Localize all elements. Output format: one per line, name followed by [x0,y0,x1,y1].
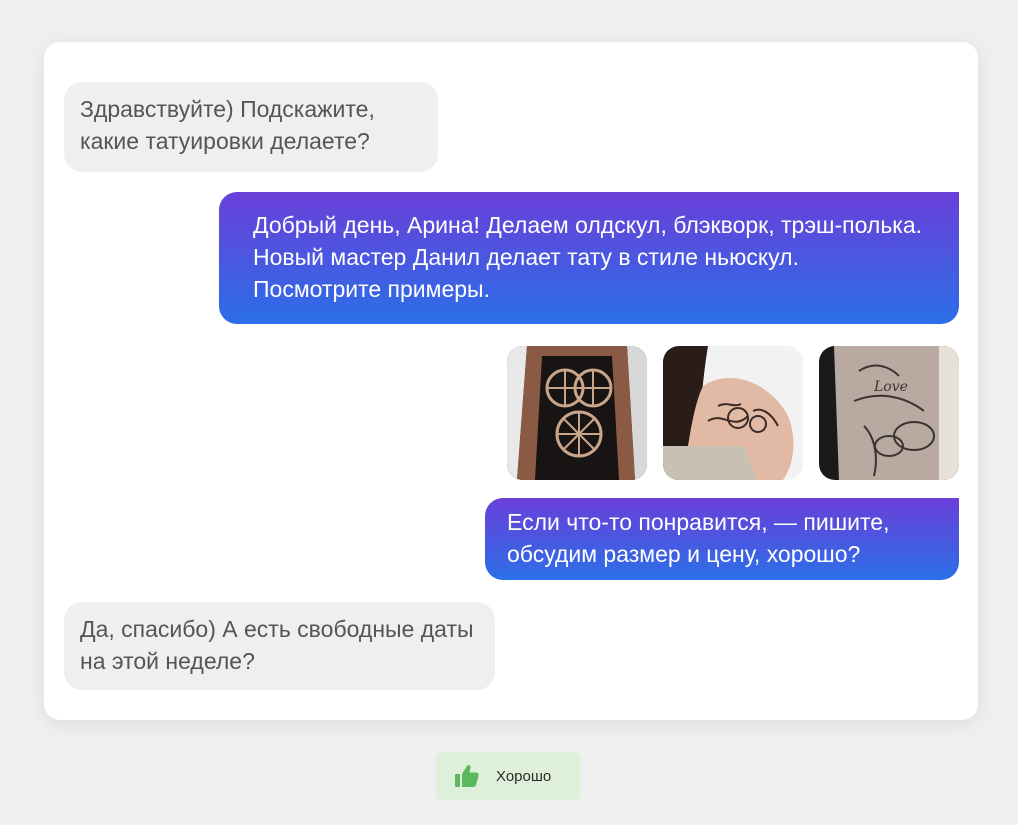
message-client-1: Здравствуйте) Подскажите, какие татуиров… [64,82,438,172]
message-client-2: Да, спасибо) А есть свободные даты на эт… [64,602,495,690]
message-text: Здравствуйте) Подскажите, какие татуиров… [80,96,375,154]
svg-text:Love: Love [873,379,908,395]
message-text: Добрый день, Арина! Делаем олдскул, блэк… [253,212,923,302]
message-studio-2: Если что-то понравится, — пишите, обсуди… [485,498,959,580]
tattoo-photo-sleeve[interactable]: Love [819,346,959,480]
chat-window: Здравствуйте) Подскажите, какие татуиров… [44,42,978,720]
floral-shoulder-tattoo-photo-icon [663,346,803,480]
reaction-good-button[interactable]: Хорошо [436,752,580,800]
sleeve-tattoo-photo-icon: Love [819,346,959,480]
message-text: Если что-то понравится, — пишите, обсуди… [507,509,890,567]
tattoo-photo-floral-shoulder[interactable] [663,346,803,480]
thumbs-up-icon [454,763,480,789]
message-text: Да, спасибо) А есть свободные даты на эт… [80,616,474,674]
message-studio-1: Добрый день, Арина! Делаем олдскул, блэк… [219,192,959,324]
reaction-label: Хорошо [496,767,552,785]
blackwork-tattoo-photo-icon [507,346,647,480]
tattoo-photo-blackwork[interactable] [507,346,647,480]
